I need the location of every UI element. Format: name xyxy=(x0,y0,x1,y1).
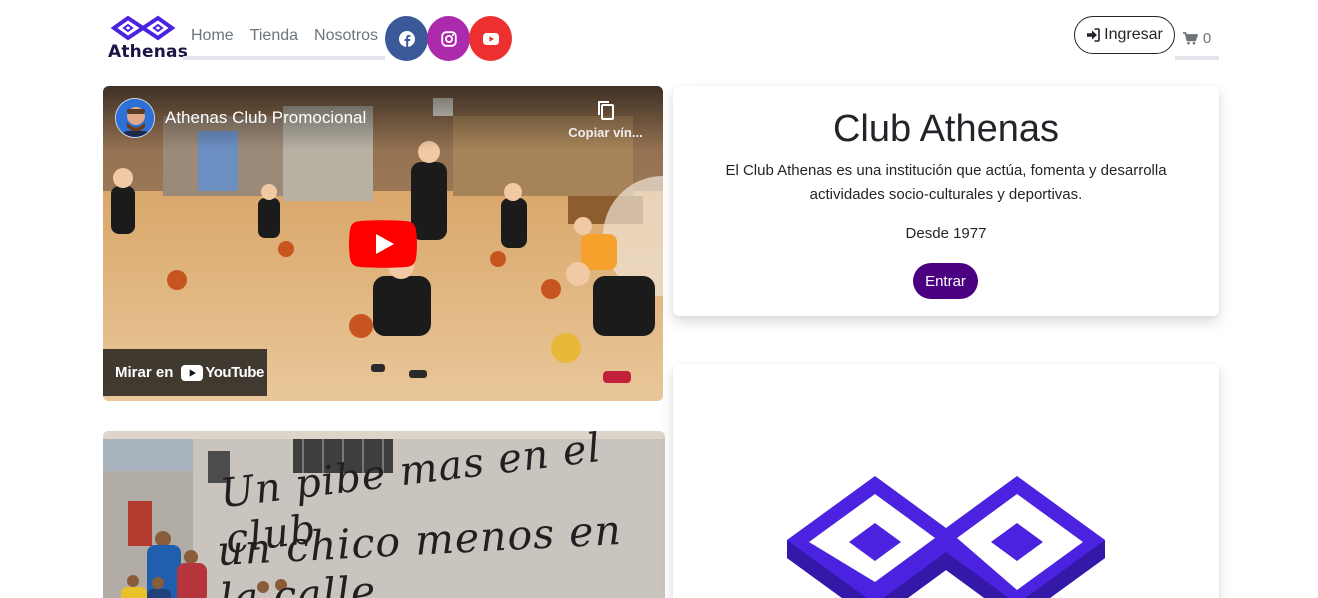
login-label: Ingresar xyxy=(1104,26,1163,43)
club-info-card: Club Athenas El Club Athenas es una inst… xyxy=(673,86,1219,316)
copy-link-button[interactable]: Copiar vín... xyxy=(558,98,653,148)
enter-button[interactable]: Entrar xyxy=(913,263,978,299)
login-button[interactable]: Ingresar xyxy=(1074,16,1175,54)
watch-label: Mirar en xyxy=(115,364,174,381)
youtube-icon xyxy=(482,32,499,45)
copy-link-label: Copiar vín... xyxy=(568,125,643,140)
club-title: Club Athenas xyxy=(832,108,1060,150)
navbar: Athenas Home Tienda Nosotros Ingresar 0 xyxy=(0,0,1318,76)
logo-card xyxy=(673,364,1219,598)
video-title[interactable]: Athenas Club Promocional xyxy=(165,108,366,128)
nav-link-tienda[interactable]: Tienda xyxy=(250,16,298,56)
cart-count: 0 xyxy=(1202,29,1212,47)
facebook-button[interactable] xyxy=(385,16,428,61)
promo-video-embed[interactable]: Athenas Club Promocional Copiar vín... M… xyxy=(103,86,663,401)
nav-links: Home Tienda Nosotros xyxy=(183,16,385,60)
instagram-button[interactable] xyxy=(427,16,470,61)
mural-photo: Un pibe mas en el club un chico menos en… xyxy=(103,431,665,598)
club-since: Desde 1977 xyxy=(905,225,987,242)
cart-button[interactable]: 0 xyxy=(1175,20,1219,60)
avatar-icon xyxy=(116,99,154,137)
youtube-logo-icon xyxy=(181,364,204,381)
athenas-logo-icon xyxy=(110,15,176,41)
brand-logo[interactable]: Athenas xyxy=(106,14,188,62)
youtube-button[interactable] xyxy=(469,16,512,61)
brand-name: Athenas xyxy=(108,42,189,62)
instagram-icon xyxy=(440,30,457,47)
copy-icon xyxy=(597,101,614,120)
youtube-logo: YouTube xyxy=(181,364,264,381)
sign-in-icon xyxy=(1087,28,1100,42)
club-description: El Club Athenas es una institución que a… xyxy=(725,162,1167,203)
shopping-cart-icon xyxy=(1182,31,1198,44)
play-button-icon[interactable] xyxy=(349,220,417,268)
page: Athenas Home Tienda Nosotros Ingresar 0 … xyxy=(0,0,1318,598)
nav-link-nosotros[interactable]: Nosotros xyxy=(314,16,378,56)
channel-avatar[interactable] xyxy=(115,98,155,138)
watch-on-youtube-button[interactable]: Mirar en YouTube xyxy=(103,349,267,396)
facebook-icon xyxy=(398,30,415,47)
nav-link-home[interactable]: Home xyxy=(191,16,234,56)
athenas-large-logo-icon xyxy=(787,476,1105,598)
youtube-logo-text: YouTube xyxy=(205,364,264,381)
